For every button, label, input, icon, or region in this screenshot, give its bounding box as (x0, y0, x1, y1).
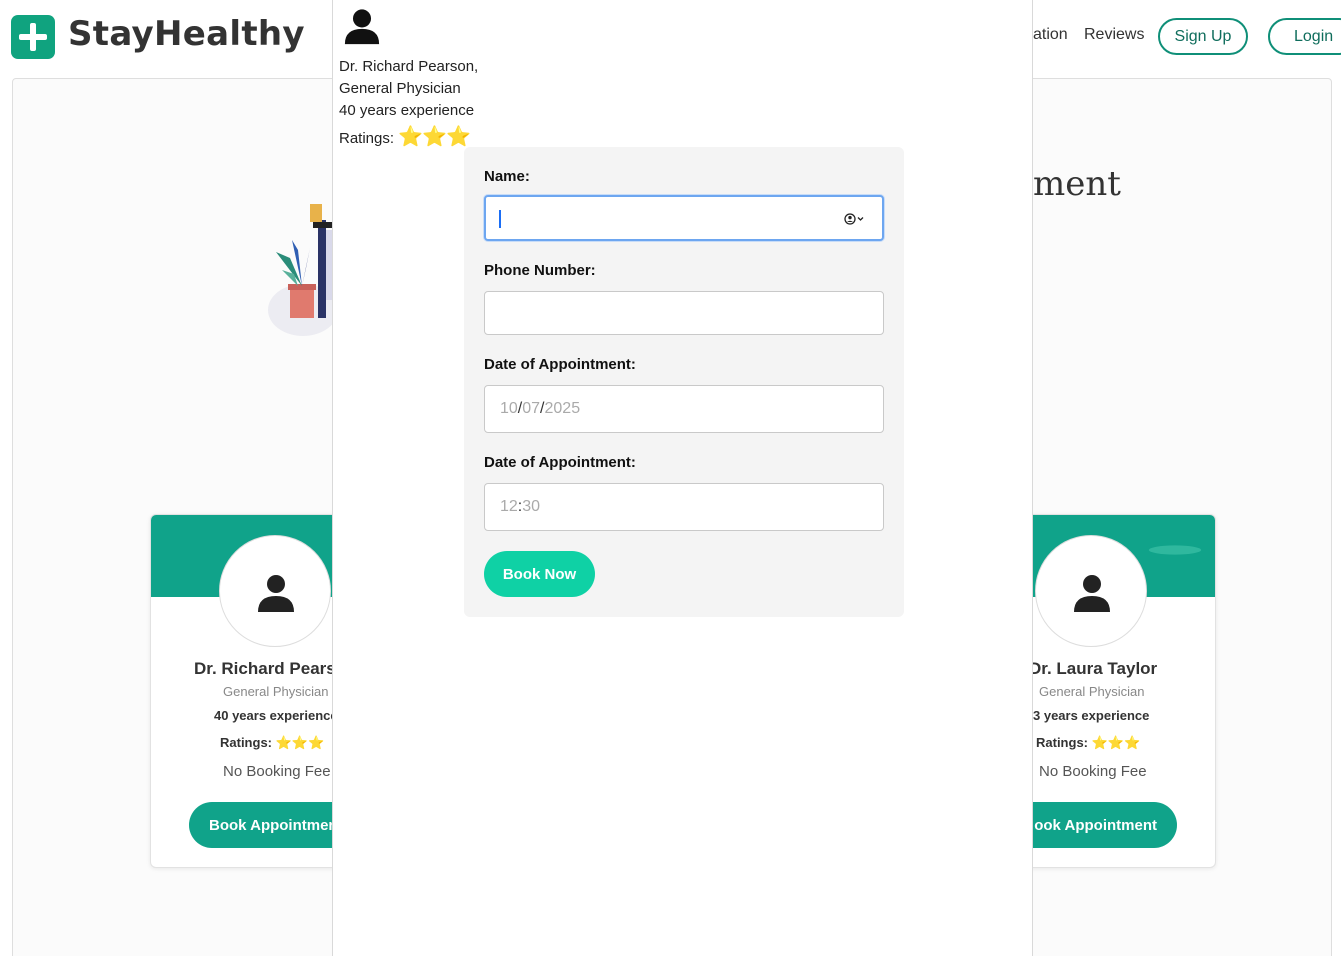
star-icon: ⭐⭐⭐ (398, 126, 471, 148)
doctor-info: Dr. Richard Pearson, General Physician 4… (339, 56, 478, 122)
date-day[interactable]: 07 (522, 400, 540, 417)
booking-fee: No Booking Fee (1039, 763, 1147, 780)
doctor-ratings: Ratings: ⭐⭐⭐ (220, 735, 324, 751)
book-now-button[interactable]: Book Now (484, 551, 595, 597)
booking-fee: No Booking Fee (223, 763, 331, 780)
star-icon: ⭐⭐⭐ (1091, 735, 1141, 750)
time-minute[interactable]: 30 (522, 498, 540, 515)
ratings-label: Ratings: (339, 130, 395, 147)
login-button[interactable]: Login (1268, 18, 1341, 55)
date-label: Date of Appointment: (484, 356, 636, 373)
doctor-ratings: Ratings: ⭐⭐⭐ (1036, 735, 1140, 751)
nav-link-appointment[interactable]: ation (1033, 26, 1068, 44)
doctor-name: Dr. Laura Taylor (1029, 659, 1158, 678)
user-avatar-icon (1074, 575, 1110, 612)
page-heading: ment (1033, 164, 1121, 204)
phone-input[interactable] (484, 291, 884, 335)
plant-illustration (268, 204, 338, 336)
date-input[interactable]: 10/07/2025 (484, 385, 884, 433)
autofill-contact-icon[interactable] (844, 213, 866, 225)
text-caret (499, 210, 501, 228)
doctor-speciality: General Physician (339, 80, 461, 97)
ratings-label: Ratings: (220, 735, 272, 750)
star-icon: ⭐⭐⭐ (275, 735, 325, 750)
doctor-speciality: General Physician (223, 684, 329, 699)
name-label: Name: (484, 168, 530, 185)
user-avatar-icon (258, 575, 294, 612)
date-month[interactable]: 10 (500, 400, 518, 417)
avatar (1035, 535, 1147, 647)
plus-logo-icon[interactable] (11, 15, 55, 59)
doctor-name: Dr. Richard Pearson, (339, 58, 479, 75)
doctor-speciality: General Physician (1039, 684, 1145, 699)
doctor-ratings: Ratings: ⭐⭐⭐ (339, 124, 471, 149)
time-label: Date of Appointment: (484, 454, 636, 471)
appointment-form: Name: Phone Number: Date of Appointment:… (464, 147, 904, 617)
phone-label: Phone Number: (484, 262, 596, 279)
time-hour[interactable]: 12 (500, 498, 518, 515)
user-avatar-icon (344, 9, 380, 45)
doctor-experience: 40 years experience (214, 708, 338, 723)
time-input[interactable]: 12:30 (484, 483, 884, 531)
name-input[interactable] (484, 195, 884, 241)
doctor-experience: 40 years experience (339, 102, 475, 119)
date-year[interactable]: 2025 (545, 400, 581, 417)
doctor-name: Dr. Richard Pearso (194, 659, 347, 678)
ratings-label: Ratings: (1036, 735, 1088, 750)
avatar (219, 535, 331, 647)
nav-link-reviews[interactable]: Reviews (1084, 26, 1144, 44)
sign-up-button[interactable]: Sign Up (1158, 18, 1248, 55)
decorative-leaf (1148, 545, 1202, 555)
doctor-experience: 3 years experience (1033, 708, 1150, 723)
appointment-modal: Dr. Richard Pearson, General Physician 4… (332, 0, 1033, 956)
brand-name[interactable]: StayHealthy (68, 14, 305, 54)
